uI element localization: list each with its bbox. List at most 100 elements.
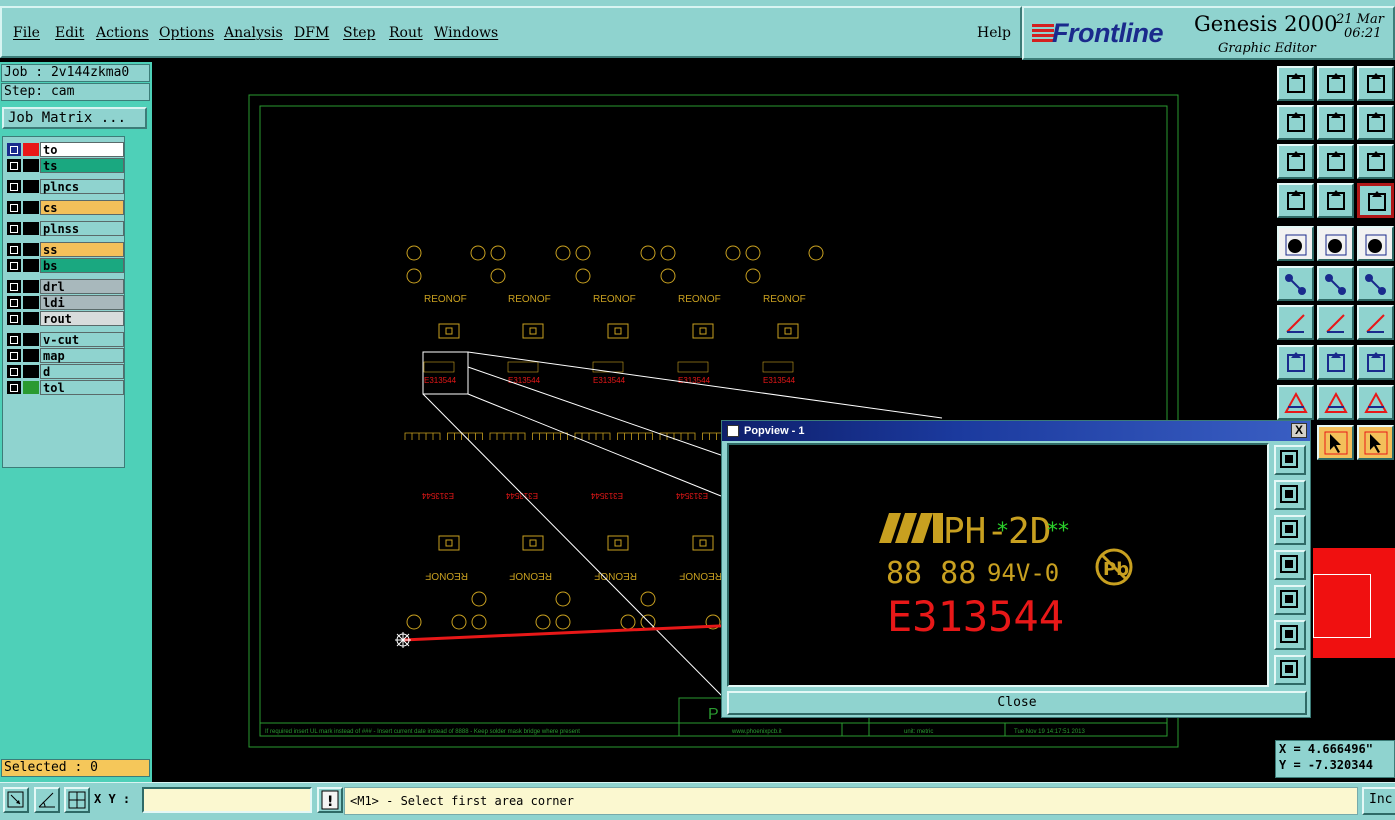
layer-name[interactable]: rout bbox=[40, 311, 124, 326]
layer-checkbox[interactable] bbox=[7, 259, 21, 272]
layer-name[interactable]: to bbox=[40, 142, 124, 157]
popview-zoom-in-button[interactable] bbox=[1274, 445, 1306, 475]
ruler-button[interactable] bbox=[1357, 226, 1394, 261]
xy-input[interactable] bbox=[142, 787, 312, 813]
menu-options[interactable]: Options bbox=[159, 25, 214, 41]
line-angle-button[interactable] bbox=[1317, 305, 1354, 340]
snap-points-button[interactable] bbox=[1357, 183, 1394, 218]
fit-profile-button[interactable] bbox=[1317, 144, 1354, 179]
layer-name[interactable]: map bbox=[40, 348, 124, 363]
close-x-button[interactable] bbox=[1317, 266, 1354, 301]
menu-analysis[interactable]: Analysis bbox=[224, 25, 283, 41]
popview-save-view-button[interactable] bbox=[1274, 515, 1306, 545]
menu-step[interactable]: Step bbox=[343, 25, 375, 41]
layer-checkbox[interactable] bbox=[7, 280, 21, 293]
undo-view-button[interactable] bbox=[1357, 105, 1394, 140]
line-horiz-button[interactable] bbox=[1317, 345, 1354, 380]
pointer-button[interactable] bbox=[1317, 425, 1354, 460]
layer-name[interactable]: v-cut bbox=[40, 332, 124, 347]
layer-checkbox[interactable] bbox=[7, 143, 21, 156]
layer-name[interactable]: ts bbox=[40, 158, 124, 173]
layer-color-swatch[interactable] bbox=[23, 180, 39, 193]
layer-checkbox[interactable] bbox=[7, 243, 21, 256]
move-point-button[interactable] bbox=[1357, 266, 1394, 301]
scale-1to2-button[interactable] bbox=[1357, 144, 1394, 179]
layer-checkbox[interactable] bbox=[7, 381, 21, 394]
layer-checkbox[interactable] bbox=[7, 159, 21, 172]
layer-checkbox[interactable] bbox=[7, 222, 21, 235]
menu-windows[interactable]: Windows bbox=[434, 25, 498, 41]
layer-color-swatch[interactable] bbox=[23, 159, 39, 172]
inc-button[interactable]: Inc bbox=[1362, 787, 1395, 815]
dimension-button[interactable] bbox=[1357, 345, 1394, 380]
layer-color-swatch[interactable] bbox=[23, 312, 39, 325]
menu-actions[interactable]: Actions bbox=[96, 25, 149, 41]
popview-canvas[interactable]: PH-2D * ** 88 88 94V-0 Pb E313544 bbox=[727, 443, 1269, 687]
connect-button[interactable] bbox=[1277, 266, 1314, 301]
pan-left-button[interactable] bbox=[1277, 105, 1314, 140]
polygon-button[interactable] bbox=[1277, 385, 1314, 420]
layer-checkbox[interactable] bbox=[7, 365, 21, 378]
window-menu-icon[interactable] bbox=[727, 425, 739, 437]
home-button[interactable] bbox=[1357, 66, 1394, 101]
measure-button[interactable] bbox=[34, 787, 60, 813]
layer-checkbox[interactable] bbox=[7, 180, 21, 193]
layer-checkbox[interactable] bbox=[7, 201, 21, 214]
settings-button[interactable] bbox=[1277, 183, 1314, 218]
pad-add-button[interactable] bbox=[1277, 345, 1314, 380]
layer-color-swatch[interactable] bbox=[23, 259, 39, 272]
popview-load-view-button[interactable] bbox=[1274, 480, 1306, 510]
layer-color-swatch[interactable] bbox=[23, 222, 39, 235]
grid-snap-button[interactable] bbox=[64, 787, 90, 813]
menu-dfm[interactable]: DFM bbox=[294, 25, 329, 41]
layer-color-swatch[interactable] bbox=[23, 280, 39, 293]
menu-edit[interactable]: Edit bbox=[55, 25, 84, 41]
pan-right-button[interactable] bbox=[1317, 105, 1354, 140]
line-add-button[interactable] bbox=[1277, 305, 1314, 340]
layer-checkbox[interactable] bbox=[7, 312, 21, 325]
layer-name[interactable]: drl bbox=[40, 279, 124, 294]
polygon-fill-button[interactable] bbox=[1317, 385, 1354, 420]
layer-name[interactable]: d bbox=[40, 364, 124, 379]
layer-name[interactable]: cs bbox=[40, 200, 124, 215]
layer-name[interactable]: tol bbox=[40, 380, 124, 395]
layer-color-swatch[interactable] bbox=[23, 201, 39, 214]
arc-button[interactable] bbox=[1357, 305, 1394, 340]
layer-checkbox[interactable] bbox=[7, 349, 21, 362]
layer-checkbox[interactable] bbox=[7, 296, 21, 309]
layer-color-swatch[interactable] bbox=[23, 243, 39, 256]
layer-name[interactable]: plncs bbox=[40, 179, 124, 194]
popview-close-button[interactable]: Close bbox=[727, 691, 1307, 715]
select-area-button[interactable] bbox=[1317, 226, 1354, 261]
job-matrix-button[interactable]: Job Matrix ... bbox=[2, 107, 147, 129]
layer-color-swatch[interactable] bbox=[23, 381, 39, 394]
popview-close-x[interactable]: X bbox=[1291, 423, 1307, 438]
menu-rout[interactable]: Rout bbox=[389, 25, 423, 41]
layer-color-swatch[interactable] bbox=[23, 333, 39, 346]
grid-button[interactable] bbox=[1317, 183, 1354, 218]
load-page-button[interactable] bbox=[1277, 66, 1314, 101]
polygon-outline-button[interactable] bbox=[1357, 385, 1394, 420]
pointer-alt-button[interactable] bbox=[1357, 425, 1394, 460]
layer-color-swatch[interactable] bbox=[23, 365, 39, 378]
menu-help[interactable]: Help bbox=[977, 25, 1011, 41]
zoom-area-button[interactable] bbox=[3, 787, 29, 813]
popview-titlebar[interactable]: Popview - 1 X bbox=[722, 421, 1310, 441]
layer-color-swatch[interactable] bbox=[23, 296, 39, 309]
popview-fit-vertical-button[interactable] bbox=[1274, 655, 1306, 685]
popview-fit-all-button[interactable] bbox=[1274, 620, 1306, 650]
layer-name[interactable]: ss bbox=[40, 242, 124, 257]
layer-color-swatch[interactable] bbox=[23, 143, 39, 156]
popview-pan-left-button[interactable] bbox=[1274, 550, 1306, 580]
popview-pan-right-button[interactable] bbox=[1274, 585, 1306, 615]
warning-button[interactable]: ! bbox=[317, 787, 343, 813]
layer-name[interactable]: plnss bbox=[40, 221, 124, 236]
menu-file[interactable]: File bbox=[13, 25, 40, 41]
fit-all-button[interactable] bbox=[1277, 144, 1314, 179]
layer-name[interactable]: ldi bbox=[40, 295, 124, 310]
drill-button[interactable] bbox=[1277, 226, 1314, 261]
layer-checkbox[interactable] bbox=[7, 333, 21, 346]
layer-name[interactable]: bs bbox=[40, 258, 124, 273]
layer-color-swatch[interactable] bbox=[23, 349, 39, 362]
save-page-button[interactable] bbox=[1317, 66, 1354, 101]
